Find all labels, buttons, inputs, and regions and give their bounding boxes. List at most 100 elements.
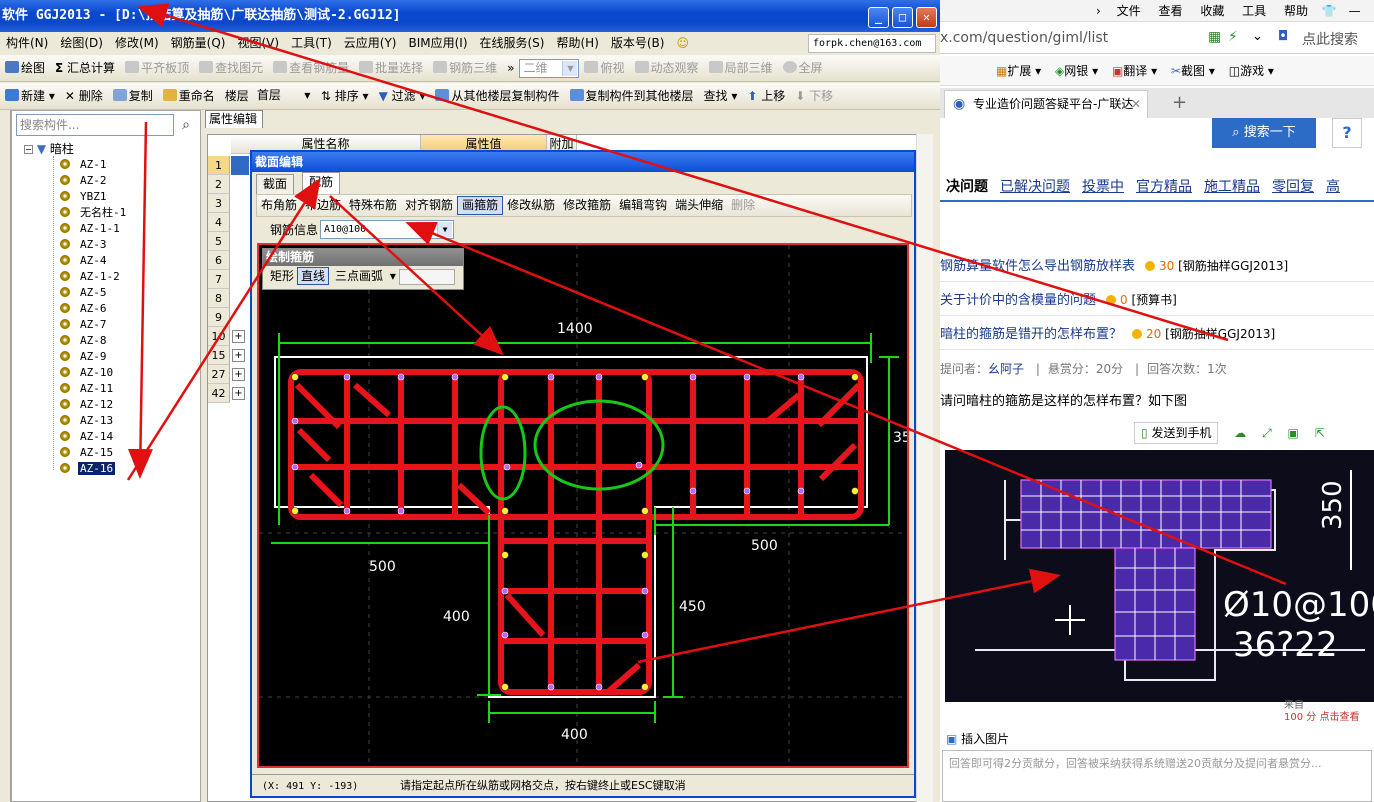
- tab-voting[interactable]: 投票中: [1076, 179, 1130, 195]
- user-account-select[interactable]: forpk.chen@163.com: [808, 34, 936, 53]
- menu-cloud[interactable]: 云应用(Y): [338, 32, 403, 55]
- tree-item[interactable]: AZ-1-2: [60, 270, 122, 284]
- arc-option-select[interactable]: [398, 268, 455, 285]
- tree-item[interactable]: AZ-9: [60, 350, 109, 364]
- grid-row-number[interactable]: 9: [208, 308, 230, 327]
- grid-row-number[interactable]: 8: [208, 289, 230, 308]
- back-chevron-icon[interactable]: ›: [940, 4, 1101, 18]
- draw-stirrup-button[interactable]: 画箍筋: [457, 196, 504, 215]
- grid-row-number[interactable]: 10: [208, 327, 230, 346]
- menu-tools[interactable]: 工具(T): [285, 32, 338, 55]
- tree-root-hidden-column[interactable]: − ▼ 暗柱: [24, 142, 74, 156]
- grid-row-number[interactable]: 7: [208, 270, 230, 289]
- end-stretch-button[interactable]: 端头伸缩: [671, 195, 727, 216]
- tree-item[interactable]: YBZ1: [60, 190, 109, 204]
- sort-button[interactable]: ⇅ 排序 ▾: [316, 83, 374, 109]
- tree-item[interactable]: AZ-1: [60, 158, 109, 172]
- tree-item[interactable]: AZ-1-1: [60, 222, 122, 236]
- chevron-down-icon[interactable]: ⌄: [1252, 29, 1263, 44]
- url-input[interactable]: x.com/question/giml/list: [940, 30, 1108, 46]
- asker-link[interactable]: 幺阿子: [988, 362, 1024, 376]
- question-item[interactable]: 钢筋算量软件怎么导出钢筋放样表 30 [钢筋抽样GGJ2013]: [940, 250, 1374, 282]
- special-rebar-button[interactable]: 特殊布筋: [345, 195, 401, 216]
- top-view-button[interactable]: 俯视: [579, 55, 629, 81]
- collapse-icon[interactable]: −: [24, 145, 33, 154]
- flat-slab-button[interactable]: 平齐板顶: [120, 55, 194, 81]
- browser-menu-favorites[interactable]: 收藏: [1186, 4, 1224, 18]
- move-up-button[interactable]: ⬆ 上移: [742, 83, 790, 109]
- tree-item[interactable]: AZ-4: [60, 254, 109, 268]
- grid-row-number[interactable]: 6: [208, 251, 230, 270]
- view-rebar-button[interactable]: 查看钢筋量: [268, 55, 354, 81]
- lightning-icon[interactable]: ⚡: [1228, 29, 1238, 45]
- view-mode-select[interactable]: 二维 ▼: [519, 59, 580, 78]
- edit-hook-button[interactable]: 编辑弯钩: [615, 195, 671, 216]
- menu-modify[interactable]: 修改(M): [109, 32, 165, 55]
- rect-mode-button[interactable]: 矩形: [267, 266, 297, 286]
- fav-extensions[interactable]: ▦扩展 ▾: [940, 64, 1041, 78]
- smiley-icon[interactable]: ☺: [670, 32, 695, 55]
- browser-menu-view[interactable]: 查看: [1144, 4, 1182, 18]
- filter-button[interactable]: ▼ 过滤 ▾: [374, 83, 431, 109]
- overflow-chevron-icon[interactable]: »: [502, 55, 519, 81]
- tree-item[interactable]: 无名柱-1: [60, 206, 128, 220]
- close-tab-icon[interactable]: ✕: [1131, 91, 1141, 118]
- grid-scrollbar[interactable]: [916, 134, 933, 802]
- fav-games[interactable]: ◫游戏 ▾: [1219, 64, 1274, 78]
- sum-calc-button[interactable]: Σ 汇总计算: [50, 55, 120, 81]
- copy-from-floor-button[interactable]: 从其他楼层复制构件: [430, 83, 564, 109]
- expand-row-icon[interactable]: +: [232, 349, 245, 362]
- grid-row-number[interactable]: 5: [208, 232, 230, 251]
- tree-item[interactable]: AZ-12: [60, 398, 115, 412]
- rebar-3d-button[interactable]: 钢筋三维: [428, 55, 502, 81]
- help-icon[interactable]: ?: [1332, 118, 1362, 148]
- insert-image-button[interactable]: ▣ 插入图片: [940, 728, 1374, 750]
- align-rebar-button[interactable]: 对齐钢筋: [401, 195, 457, 216]
- browser-menu-file[interactable]: 文件: [1105, 4, 1141, 18]
- line-mode-button[interactable]: 直线: [297, 267, 330, 285]
- find-element-button[interactable]: 查找图元: [194, 55, 268, 81]
- grid-row-number[interactable]: 3: [208, 194, 230, 213]
- tree-item[interactable]: AZ-13: [60, 414, 115, 428]
- fav-bank[interactable]: ◈网银 ▾: [1045, 64, 1098, 78]
- menu-view[interactable]: 视图(V): [231, 32, 285, 55]
- delete-button[interactable]: ✕ 删除: [60, 83, 108, 109]
- tab-property-edit[interactable]: 属性编辑: [205, 110, 263, 128]
- tree-item[interactable]: AZ-3: [60, 238, 109, 252]
- tree-item[interactable]: AZ-6: [60, 302, 109, 316]
- grid-row-number[interactable]: 15: [208, 346, 230, 365]
- batch-select-button[interactable]: 批量选择: [354, 55, 428, 81]
- search-engine-icon[interactable]: ◘: [1278, 29, 1288, 44]
- grid-row-number[interactable]: 2: [208, 175, 230, 194]
- tab-glodon-forum[interactable]: ◉ 专业造价问题答疑平台-广联达 ✕: [944, 90, 1148, 118]
- component-search-input[interactable]: 搜索构件...: [16, 114, 174, 136]
- shirt-icon[interactable]: 👕: [1312, 4, 1337, 18]
- grid-row-number[interactable]: 4: [208, 213, 230, 232]
- rebar-info-input[interactable]: A10@100 ▼: [320, 220, 454, 239]
- maximize-icon[interactable]: □: [892, 7, 913, 28]
- tree-item[interactable]: AZ-5: [60, 286, 109, 300]
- draw-button[interactable]: 绘图: [0, 55, 50, 81]
- grid-row-number[interactable]: 27: [208, 365, 230, 384]
- answer-textarea[interactable]: 回答即可得2分贡献分，回答被采纳获得系统赠送20贡献分及提问者悬赏分...: [942, 750, 1372, 802]
- save-icon[interactable]: ▣: [1276, 426, 1299, 440]
- expand-row-icon[interactable]: +: [232, 368, 245, 381]
- tab-construction[interactable]: 施工精品: [1198, 179, 1266, 195]
- minimize-icon[interactable]: _: [868, 7, 889, 28]
- expand-row-icon[interactable]: +: [232, 387, 245, 400]
- tree-item[interactable]: AZ-8: [60, 334, 109, 348]
- new-tab-icon[interactable]: +: [1172, 92, 1187, 113]
- grid-row-number[interactable]: 42: [208, 384, 230, 403]
- send-to-phone-button[interactable]: ▯ 发送到手机: [1134, 422, 1219, 444]
- tab-section[interactable]: 截面: [256, 174, 295, 194]
- menu-rebar-qty[interactable]: 钢筋量(Q): [165, 32, 232, 55]
- section-drawing-canvas[interactable]: 1400 500 500 35 400 450 400: [257, 243, 909, 768]
- tree-item[interactable]: AZ-15: [60, 446, 115, 460]
- close-icon[interactable]: ✕: [916, 7, 937, 28]
- menu-version[interactable]: 版本号(B): [605, 32, 671, 55]
- menu-bim[interactable]: BIM应用(I): [402, 32, 473, 55]
- tab-rebar[interactable]: 配筋: [302, 172, 341, 194]
- tree-item[interactable]: AZ-11: [60, 382, 115, 396]
- delete-rebar-button[interactable]: 删除: [727, 195, 759, 216]
- local-3d-button[interactable]: 局部三维: [704, 55, 778, 81]
